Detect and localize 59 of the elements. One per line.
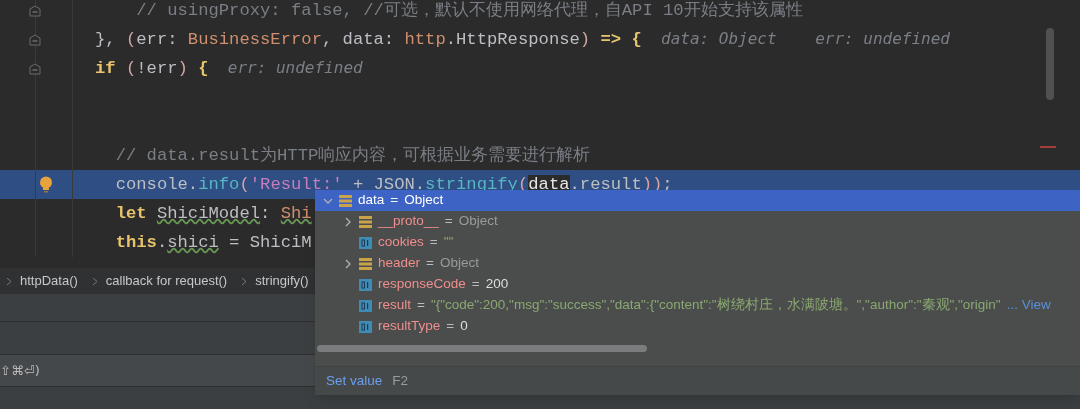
- variable-name: data: [358, 191, 385, 210]
- code-line: let ShiciModel: Shi: [114, 202, 312, 225]
- lightbulb-icon[interactable]: [39, 175, 53, 194]
- primitive-icon: [359, 278, 372, 291]
- horizontal-scrollbar[interactable]: [317, 345, 647, 352]
- variable-row[interactable]: data = Object: [315, 190, 1080, 211]
- variable-value: "": [443, 233, 454, 252]
- chevron-right-icon: [6, 276, 12, 286]
- fold-icon[interactable]: [29, 33, 41, 46]
- breadcrumb-item[interactable]: httpData(): [20, 271, 78, 291]
- shortcut-hint: ⇧⌘⏎): [0, 361, 40, 380]
- chevron-right-icon: [241, 276, 248, 286]
- variable-name: responseCode: [378, 275, 466, 294]
- equals-sign: =: [429, 233, 438, 252]
- variable-name: cookies: [378, 233, 424, 252]
- stack-icon: [359, 257, 372, 270]
- variable-name: header: [378, 254, 421, 273]
- variable-row[interactable]: resultType = 0: [315, 316, 1080, 337]
- shortcut-key: F2: [392, 370, 409, 392]
- set-value-link[interactable]: Set value: [326, 370, 383, 392]
- equals-sign: =: [426, 254, 434, 273]
- chevron-right-icon[interactable]: [343, 258, 353, 269]
- variable-row[interactable]: header = Object: [315, 253, 1080, 274]
- chevron-right-icon: [91, 276, 98, 286]
- variable-name: resultType: [378, 317, 441, 336]
- stack-icon: [359, 215, 372, 228]
- breadcrumb-item[interactable]: stringify(): [255, 271, 309, 291]
- scrollbar-thumb[interactable]: [1046, 28, 1054, 100]
- variable-row[interactable]: __proto__ = Object: [315, 211, 1080, 232]
- variable-row[interactable]: cookies = "": [315, 232, 1080, 253]
- primitive-icon: [359, 299, 372, 312]
- primitive-icon: [359, 236, 372, 249]
- code-line: }, (err: BusinessError, data: http.HttpResponse) => { data: Object err: undefined: [95, 27, 950, 51]
- fold-icon[interactable]: [29, 4, 41, 17]
- variable-value: "{"code":200,"msg":"success","data":{"content":"树绕村庄，水满陂塘。","author":"秦观","origin": [430, 296, 1001, 315]
- equals-sign: =: [446, 317, 455, 336]
- code-line: // usingProxy: false, //可选，默认不使用网络代理，自API 10开始支持该属性: [135, 0, 803, 22]
- variable-value: 200: [485, 275, 509, 294]
- variable-value: Object: [439, 254, 479, 273]
- fold-icon[interactable]: [29, 62, 41, 75]
- code-line: // data.result为HTTP响应内容，可根据业务需要进行解析: [114, 144, 591, 167]
- equals-sign: =: [444, 212, 453, 231]
- variable-row[interactable]: result = "{"code":200,"msg":"success","data":{"content":"树绕村庄，水满陂塘。","author":"秦观","origin" ... View: [315, 295, 1080, 316]
- variable-value: Object: [404, 191, 444, 210]
- equals-sign: =: [471, 275, 480, 294]
- error-marker: [1040, 146, 1056, 148]
- code-line: this.shici = ShiciM: [114, 231, 312, 254]
- variable-name: __proto__: [378, 212, 439, 231]
- primitive-icon: [359, 320, 372, 333]
- variable-value: Object: [458, 212, 498, 231]
- variable-row[interactable]: responseCode = 200: [315, 274, 1080, 295]
- stack-icon: [339, 194, 352, 207]
- variable-name: result: [378, 296, 411, 315]
- breadcrumb-item[interactable]: callback for request(): [105, 271, 228, 291]
- equals-sign: =: [390, 191, 399, 210]
- chevron-right-icon[interactable]: [343, 216, 353, 227]
- equals-sign: =: [417, 296, 425, 315]
- code-line: if (!err) { err: undefined: [95, 56, 363, 80]
- variable-value: 0: [460, 317, 468, 336]
